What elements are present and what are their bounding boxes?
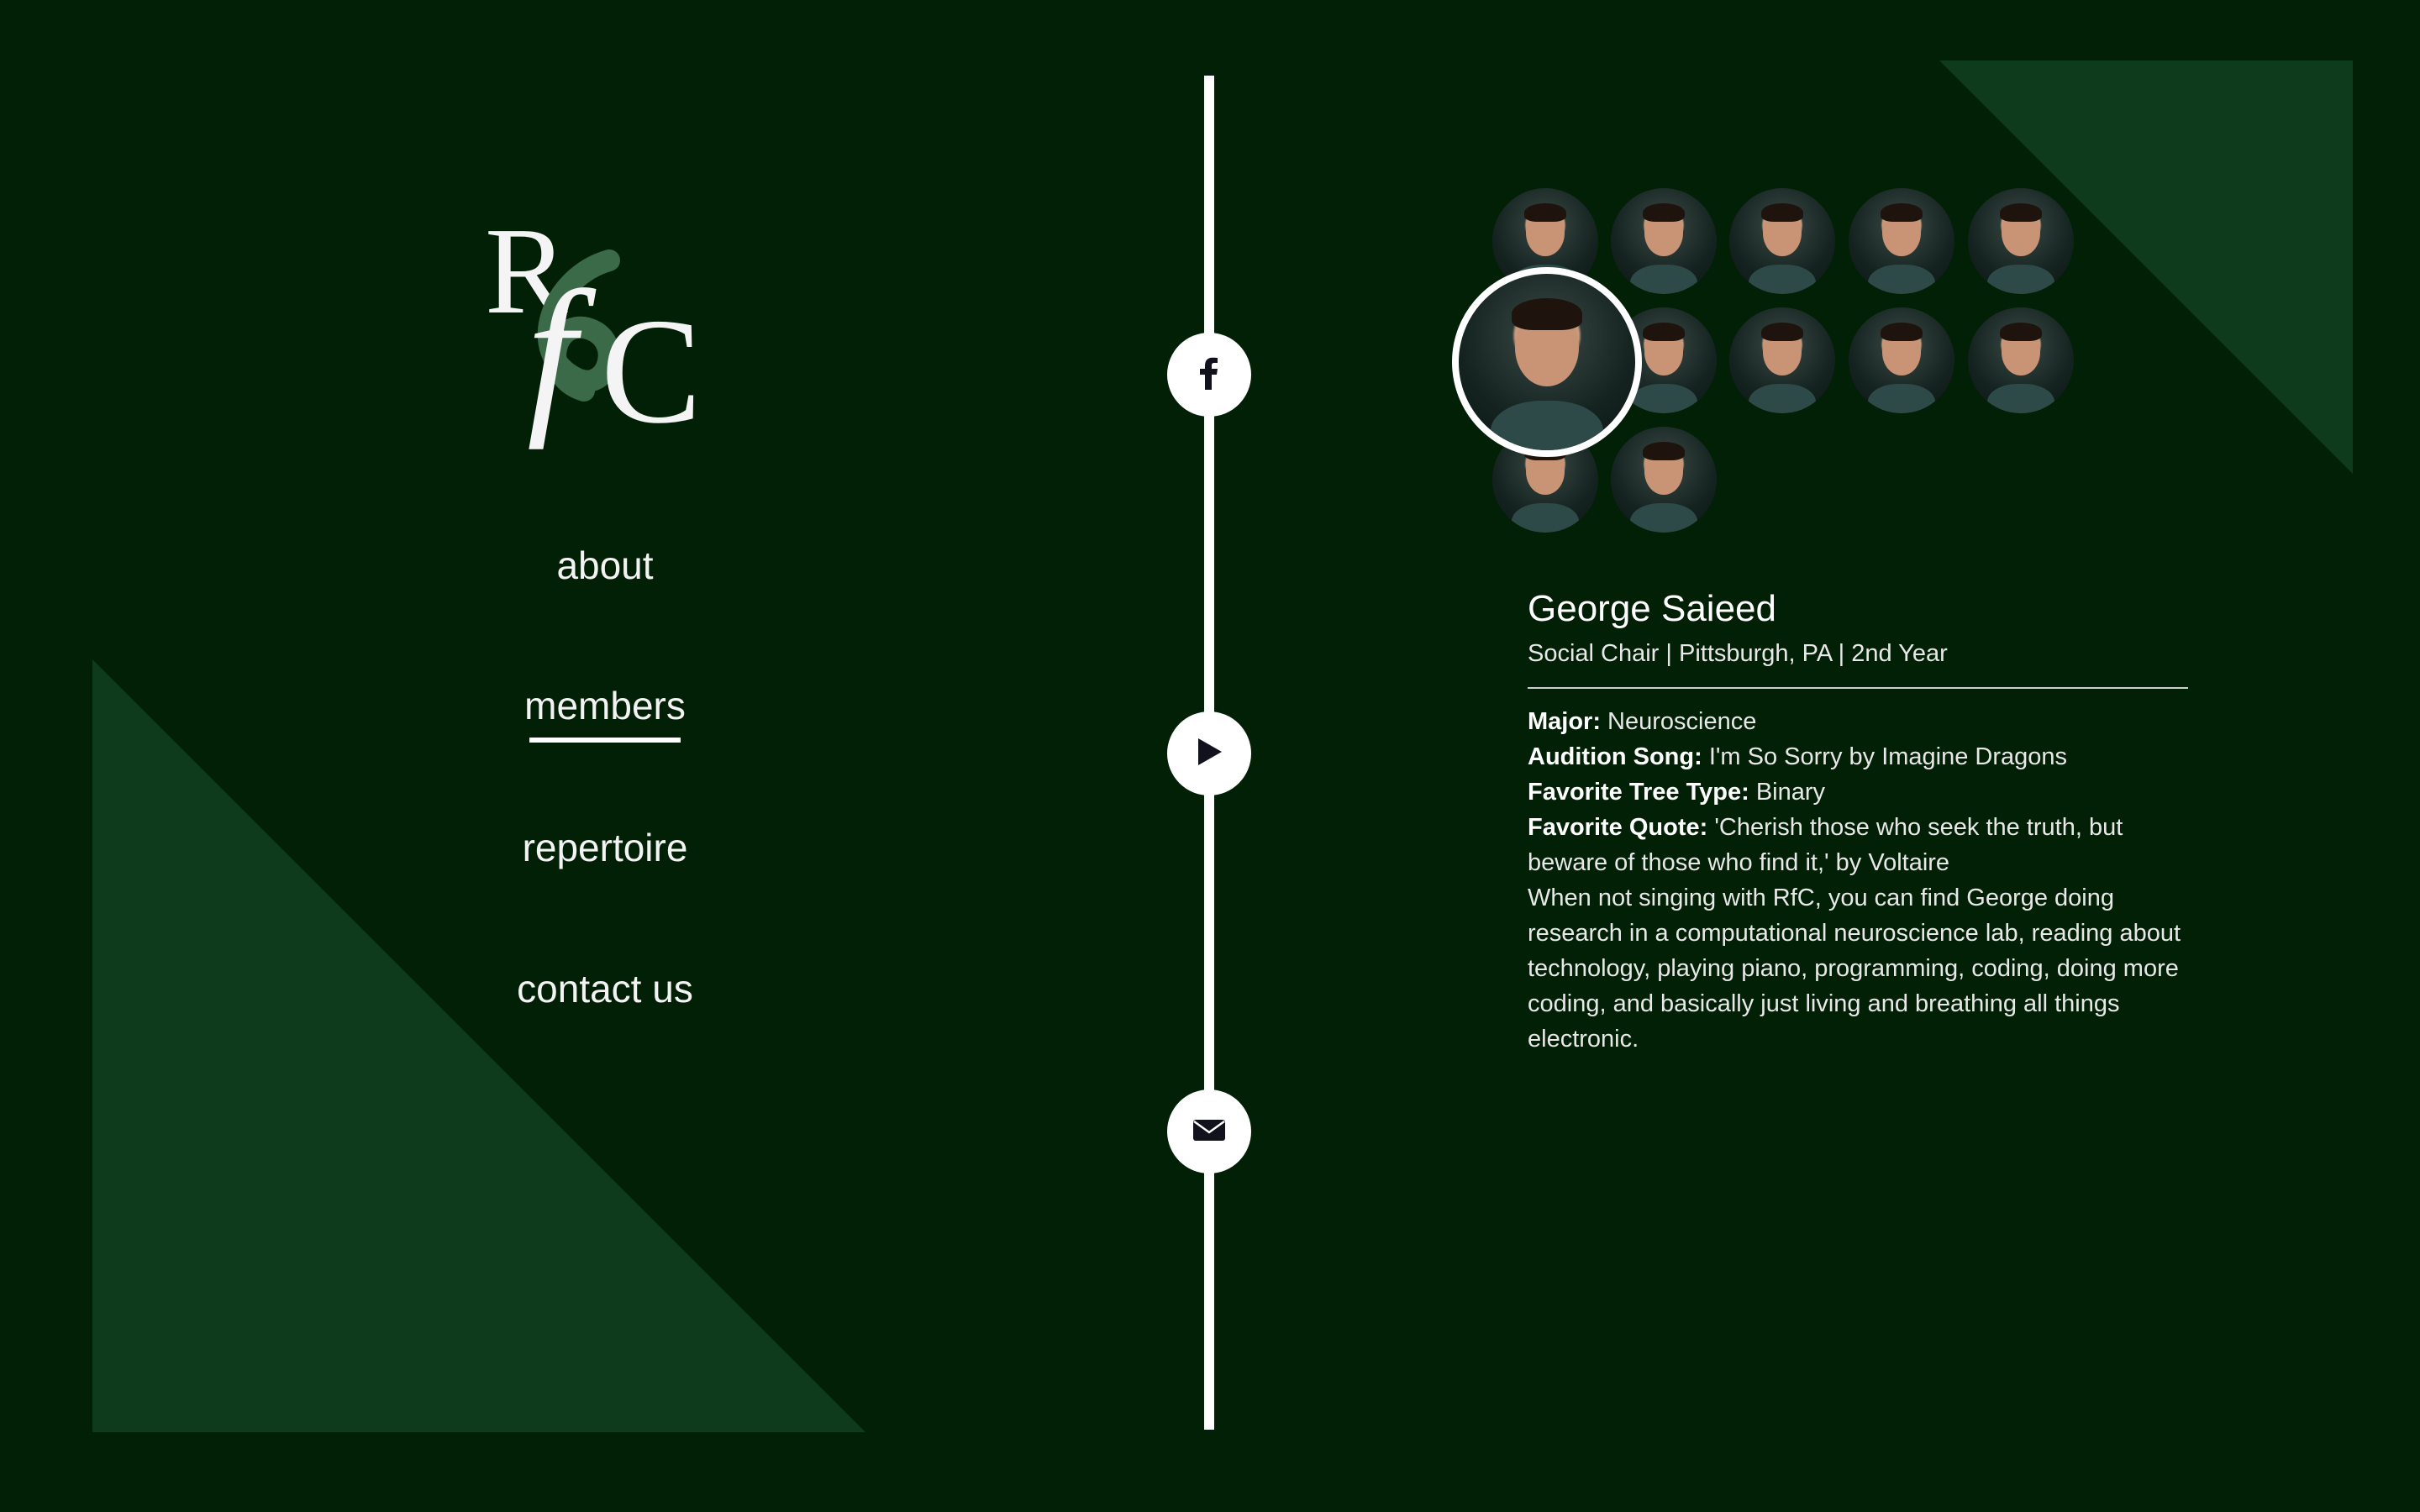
member-avatar[interactable] bbox=[1968, 188, 2074, 294]
nav-repertoire[interactable]: repertoire bbox=[437, 822, 773, 873]
member-avatar[interactable] bbox=[1849, 188, 1954, 294]
detail-audition-song: Audition Song: I'm So Sorry by Imagine D… bbox=[1528, 739, 2200, 774]
detail-label: Audition Song: bbox=[1528, 743, 1702, 770]
detail-label: Major: bbox=[1528, 708, 1601, 735]
facebook-button[interactable] bbox=[1167, 333, 1251, 417]
detail-value: Binary bbox=[1749, 779, 1826, 806]
nav-about[interactable]: about bbox=[437, 540, 773, 591]
member-avatar[interactable] bbox=[1729, 307, 1835, 413]
detail-label: Favorite Tree Type: bbox=[1528, 779, 1749, 806]
detail-major: Major: Neuroscience bbox=[1528, 704, 2200, 739]
member-details: Major: Neuroscience Audition Song: I'm S… bbox=[1528, 704, 2200, 1057]
member-avatar[interactable] bbox=[1611, 188, 1717, 294]
mail-icon bbox=[1192, 1117, 1226, 1147]
svg-text:C: C bbox=[601, 287, 702, 454]
member-avatar[interactable] bbox=[1849, 307, 1954, 413]
member-avatar-selected[interactable] bbox=[1452, 267, 1642, 457]
member-name: George Saieed bbox=[1528, 588, 1776, 629]
svg-text:f: f bbox=[527, 255, 597, 450]
member-bio: When not singing with RfC, you can find … bbox=[1528, 885, 2181, 1053]
mail-button[interactable] bbox=[1167, 1089, 1251, 1173]
rfc-logo[interactable]: R f C bbox=[483, 202, 727, 454]
member-avatar[interactable] bbox=[1611, 427, 1717, 533]
member-subtitle: Social Chair | Pittsburgh, PA | 2nd Year bbox=[1528, 640, 1948, 667]
facebook-icon bbox=[1200, 356, 1218, 394]
profile-divider bbox=[1528, 687, 2188, 689]
play-icon bbox=[1195, 737, 1223, 771]
member-avatar[interactable] bbox=[1729, 188, 1835, 294]
detail-value: Neuroscience bbox=[1601, 708, 1757, 735]
nav-members[interactable]: members bbox=[437, 680, 773, 731]
detail-favorite-tree: Favorite Tree Type: Binary bbox=[1528, 774, 2200, 810]
detail-value: I'm So Sorry by Imagine Dragons bbox=[1702, 743, 2068, 770]
nav-active-underline bbox=[529, 738, 681, 743]
nav-contact-us[interactable]: contact us bbox=[437, 963, 773, 1014]
detail-label: Favorite Quote: bbox=[1528, 814, 1708, 841]
member-avatar[interactable] bbox=[1968, 307, 2074, 413]
decorative-triangle-left bbox=[92, 659, 865, 1432]
play-button[interactable] bbox=[1167, 711, 1251, 795]
detail-favorite-quote: Favorite Quote: 'Cherish those who seek … bbox=[1528, 810, 2200, 880]
